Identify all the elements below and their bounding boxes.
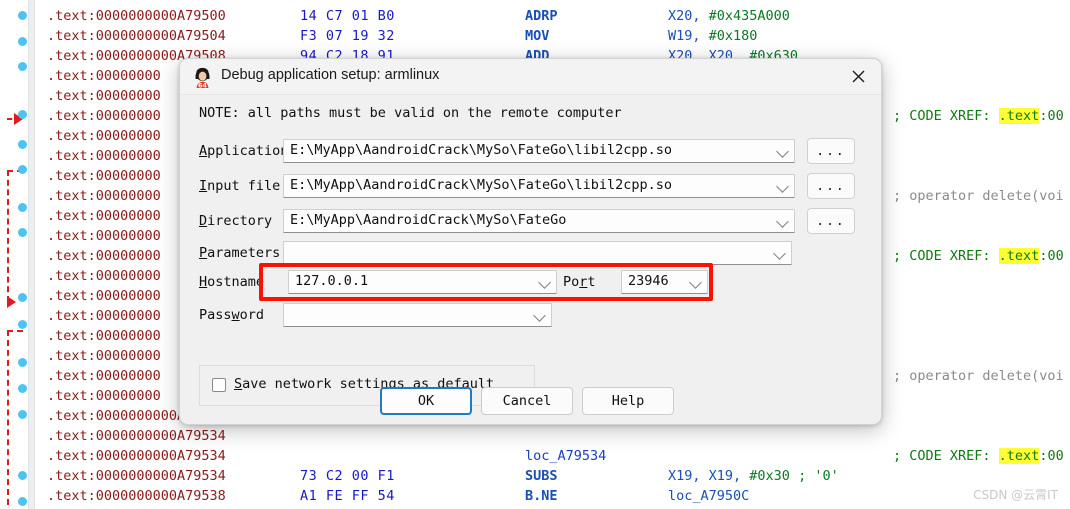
row-address: .text:0000000000A79500	[47, 8, 226, 24]
row-address: .text:00000000	[47, 348, 161, 364]
save-network-settings-checkbox[interactable]	[212, 378, 226, 392]
row-address: .text:00000000	[47, 108, 161, 124]
directory-browse-button[interactable]: ...	[807, 208, 855, 234]
row-address: .text:00000000	[47, 208, 161, 224]
row-address: .text:0000000000A79504	[47, 28, 226, 44]
dialog-titlebar[interactable]: 64 Debug application setup: armlinux	[180, 59, 881, 95]
watermark: CSDN @云霄IT	[973, 488, 1058, 502]
ok-button-label: OK	[417, 393, 435, 409]
disassembly-row[interactable]: .text:0000000000A79534	[0, 426, 1070, 446]
row-address: .text:0000000000A79538	[47, 488, 226, 504]
debug-application-setup-dialog[interactable]: 64 Debug application setup: armlinux NOT…	[179, 58, 882, 425]
label-hostname: Hostname	[199, 274, 265, 290]
row-address: .text:00000000	[47, 328, 161, 344]
application-value: E:\MyApp\AandroidCrack\MySo\FateGo\libil…	[290, 142, 673, 158]
chevron-down-icon[interactable]	[776, 145, 789, 158]
row-address: .text:00000000	[47, 88, 161, 104]
label-input-file: Input file	[199, 178, 281, 194]
row-address: .text:00000000	[47, 68, 161, 84]
row-location-label[interactable]: loc_A79534	[525, 446, 606, 466]
row-address: .text:00000000	[47, 228, 161, 244]
row-address: .text:00000000	[47, 168, 161, 184]
close-icon[interactable]	[835, 59, 881, 94]
row-address: .text:00000000	[47, 388, 161, 404]
label-password: Password	[199, 307, 265, 323]
label-directory: Directory	[199, 213, 273, 229]
directory-value: E:\MyApp\AandroidCrack\MySo\FateGo	[290, 212, 567, 228]
row-xref-comment: ; CODE XREF: .text:00	[893, 248, 1064, 264]
ida-logo-icon: 64	[192, 67, 213, 89]
disassembly-row[interactable]: .text:0000000000A79534 loc_A79534 ; CODE X…	[0, 446, 1070, 466]
row-address: .text:00000000	[47, 268, 161, 284]
row-repeatable-comment: ; operator delete(voi	[893, 188, 1064, 204]
row-address: .text:00000000	[47, 308, 161, 324]
row-repeatable-comment: ; operator delete(voi	[893, 368, 1064, 384]
row-mnemonic: ADRP	[525, 8, 558, 24]
row-address: .text:0000000000A79534	[47, 468, 226, 484]
ok-button[interactable]: OK	[380, 387, 472, 415]
disassembly-row[interactable]: .text:0000000000A79534 73 C2 00 F1 SUBS X19…	[0, 466, 1070, 486]
row-mnemonic: B.NE	[525, 488, 558, 504]
row-address: .text:0000000000A79534	[47, 428, 226, 444]
row-address: .text:00000000	[47, 148, 161, 164]
password-combobox[interactable]	[283, 303, 552, 327]
chevron-down-icon[interactable]	[773, 247, 786, 260]
dialog-body: NOTE: all paths must be valid on the rem…	[180, 95, 881, 424]
row-operands: X20, #0x435A000	[668, 8, 790, 24]
row-mnemonic: MOV	[525, 28, 550, 44]
directory-combobox[interactable]: E:\MyApp\AandroidCrack\MySo\FateGo	[283, 209, 795, 233]
row-address: .text:00000000	[47, 248, 161, 264]
help-button-label: Help	[611, 393, 645, 409]
dialog-title: Debug application setup: armlinux	[221, 67, 440, 83]
row-bytes: 14 C7 01 B0	[300, 8, 395, 24]
row-address: .text:00000000	[47, 188, 161, 204]
chevron-down-icon[interactable]	[533, 309, 546, 322]
svg-text:64: 64	[198, 81, 207, 88]
chevron-down-icon[interactable]	[776, 215, 789, 228]
row-address: .text:00000000	[47, 128, 161, 144]
label-application: Application	[199, 143, 289, 159]
chevron-down-icon[interactable]	[776, 180, 789, 193]
row-operands: X19, X19, #0x30 ; '0'	[668, 468, 839, 484]
cancel-button[interactable]: Cancel	[481, 387, 573, 415]
row-bytes: 73 C2 00 F1	[300, 468, 395, 484]
disassembly-row[interactable]: .text:0000000000A79500 14 C7 01 B0 ADRP X20…	[0, 6, 1070, 26]
row-operands: W19, #0x180	[668, 28, 758, 44]
application-browse-button[interactable]: ...	[807, 138, 855, 164]
disassembly-row[interactable]: .text:0000000000A79504 F3 07 19 32 MOV W19,…	[0, 26, 1070, 46]
row-bytes: A1 FE FF 54	[300, 488, 395, 504]
input-file-browse-button[interactable]: ...	[807, 173, 855, 199]
row-address: .text:00000000	[47, 288, 161, 304]
input-file-combobox[interactable]: E:\MyApp\AandroidCrack\MySo\FateGo\libil…	[283, 174, 795, 198]
row-operands: loc_A7950C	[668, 488, 750, 504]
cancel-button-label: Cancel	[502, 393, 552, 409]
row-xref-comment: ; CODE XREF: .text:00	[893, 448, 1064, 464]
hostname-port-highlight	[259, 263, 713, 301]
row-address: .text:00000000	[47, 368, 161, 384]
row-address: .text:0000000000A79534	[47, 448, 226, 464]
row-xref-comment: ; CODE XREF: .text:00	[893, 108, 1064, 124]
row-bytes: F3 07 19 32	[300, 28, 395, 44]
label-parameters: Parameters	[199, 245, 281, 261]
note-text: NOTE: all paths must be valid on the rem…	[199, 105, 622, 121]
parameters-combobox[interactable]	[283, 241, 792, 265]
row-mnemonic: SUBS	[525, 468, 558, 484]
help-button[interactable]: Help	[582, 387, 674, 415]
input-file-value: E:\MyApp\AandroidCrack\MySo\FateGo\libil…	[290, 177, 673, 193]
disassembly-row[interactable]: .text:0000000000A79538 A1 FE FF 54 B.NE loc…	[0, 486, 1070, 506]
application-combobox[interactable]: E:\MyApp\AandroidCrack\MySo\FateGo\libil…	[283, 139, 795, 163]
